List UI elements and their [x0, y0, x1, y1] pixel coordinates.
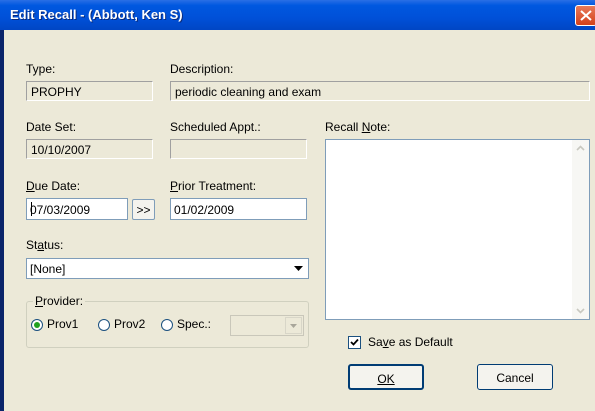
- date-set-field: 10/10/2007: [26, 139, 153, 159]
- scroll-down-button[interactable]: [572, 302, 589, 319]
- scheduled-appt-field: [170, 139, 307, 159]
- spec-select[interactable]: [230, 315, 304, 336]
- radio-prov1[interactable]: [31, 319, 43, 331]
- prior-treatment-input[interactable]: 01/02/2009: [170, 198, 307, 220]
- due-date-label: Due Date:: [26, 179, 81, 193]
- chevron-down-icon: [290, 324, 297, 328]
- cancel-button[interactable]: Cancel: [477, 364, 553, 390]
- close-icon: [580, 10, 592, 21]
- ok-button[interactable]: OK: [348, 364, 424, 390]
- date-set-label: Date Set:: [26, 120, 77, 134]
- due-date-input[interactable]: 07/03/2009: [26, 198, 128, 220]
- type-label: Type:: [26, 62, 56, 76]
- edit-recall-window: Edit Recall - (Abbott, Ken S) Type: PROP…: [0, 0, 595, 411]
- status-label: Status:: [26, 238, 64, 252]
- window-title: Edit Recall - (Abbott, Ken S): [10, 7, 183, 22]
- prior-treatment-label: Prior Treatment:: [170, 179, 257, 193]
- advance-date-button[interactable]: >>: [132, 199, 155, 220]
- scroll-down-icon: [576, 308, 585, 314]
- radio-spec-label[interactable]: Spec.:: [177, 317, 211, 331]
- scheduled-appt-label: Scheduled Appt.:: [170, 120, 261, 134]
- title-bar[interactable]: Edit Recall - (Abbott, Ken S): [0, 0, 595, 30]
- type-field: PROPHY: [26, 81, 153, 101]
- radio-prov2-label[interactable]: Prov2: [114, 317, 145, 331]
- description-field: periodic cleaning and exam: [170, 81, 590, 101]
- scroll-up-button[interactable]: [572, 140, 589, 157]
- recall-note-textarea[interactable]: [325, 139, 590, 320]
- radio-prov2[interactable]: [98, 319, 110, 331]
- dialog-body: Type: PROPHY Description: periodic clean…: [4, 30, 595, 411]
- scroll-up-icon: [576, 145, 585, 151]
- save-default-label[interactable]: Save as Default: [368, 335, 453, 349]
- save-default-checkbox[interactable]: [348, 336, 361, 349]
- radio-spec[interactable]: [161, 319, 173, 331]
- chevron-down-icon: [294, 266, 303, 271]
- ok-button-label: OK: [377, 372, 395, 386]
- description-label: Description:: [170, 62, 234, 76]
- radio-selected-dot: [34, 322, 40, 328]
- status-selected-value: [None]: [30, 262, 66, 276]
- status-dropdown-button[interactable]: [290, 260, 307, 277]
- provider-group: Provider: Prov1 Prov2 Spec.:: [26, 294, 309, 348]
- provider-group-label: Provider:: [33, 294, 86, 308]
- status-select[interactable]: [None]: [26, 258, 309, 279]
- text-caret: [31, 202, 32, 216]
- recall-note-label: Recall Note:: [325, 120, 391, 134]
- spec-dropdown-button[interactable]: [285, 317, 302, 334]
- close-button[interactable]: [575, 5, 595, 26]
- checkmark-icon: [350, 338, 359, 346]
- recall-note-scrollbar[interactable]: [572, 140, 589, 319]
- radio-prov1-label[interactable]: Prov1: [47, 317, 78, 331]
